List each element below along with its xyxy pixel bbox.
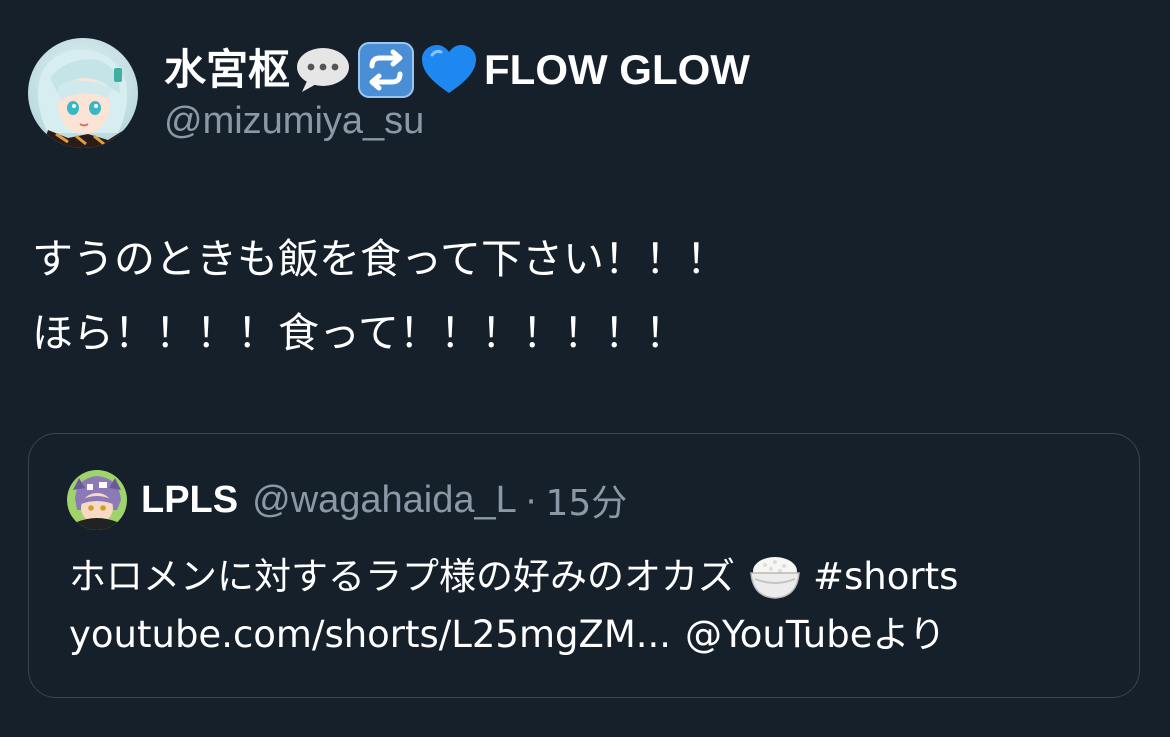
quoted-text-line-2: youtube.com/shorts/L25mgZM... @YouTubeより [69,606,958,664]
blue-heart-icon [420,43,478,97]
author-name-suffix[interactable]: FLOW GLOW [484,42,750,98]
quoted-text-main: ホロメンに対するラプ様の好みのオカズ [69,555,735,598]
tweet-text: すうのときも飯を食って下さい！！！ ほら！！！！食って！！！！！！！ [32,222,727,370]
quoted-tweet-time[interactable]: 15分 [545,474,627,526]
header-separator: · [524,478,538,521]
youtube-link[interactable]: youtube.com/shorts/L25mgZM... [69,606,671,664]
quoted-author-handle[interactable]: @wagahaida_L [252,479,517,522]
speech-bubble-icon [294,45,352,95]
author-display-name[interactable]: 水宮枢 [164,42,290,98]
author-avatar[interactable] [28,38,138,148]
quoted-author-name[interactable]: LPLS [141,479,238,522]
tweet-text-line-2: ほら！！！！食って！！！！！！！ [32,309,686,357]
quoted-tweet-card[interactable]: LPLS @wagahaida_L · 15分 ホロメンに対するラプ様の好みのオ… [28,433,1140,698]
rice-bowl-icon [747,553,803,601]
display-name-row[interactable]: 水宮枢 FLOW GLOW [164,42,750,98]
repeat-icon [356,40,416,100]
via-youtube-text[interactable]: @YouTubeより [685,606,946,664]
tweet-text-line-1: すうのときも飯を食って下さい！！！ [32,235,727,283]
quoted-author-avatar[interactable] [67,470,127,530]
author-names: 水宮枢 FLOW GLOW @mizumiya_su [164,42,750,144]
quoted-text-line-1: ホロメンに対するラプ様の好みのオカズ #shorts [69,548,958,606]
tweet: 水宮枢 FLOW GLOW @mizumiya_su すうのときも飯を食って下さ… [0,0,1170,737]
author-handle[interactable]: @mizumiya_su [164,98,750,144]
quoted-tweet-text: ホロメンに対するラプ様の好みのオカズ #shorts youtube.com/s… [69,548,958,664]
tweet-header: 水宮枢 FLOW GLOW @mizumiya_su [28,38,750,148]
hashtag-link[interactable]: #shorts [813,548,958,606]
quoted-tweet-header: LPLS @wagahaida_L · 15分 [67,470,627,530]
